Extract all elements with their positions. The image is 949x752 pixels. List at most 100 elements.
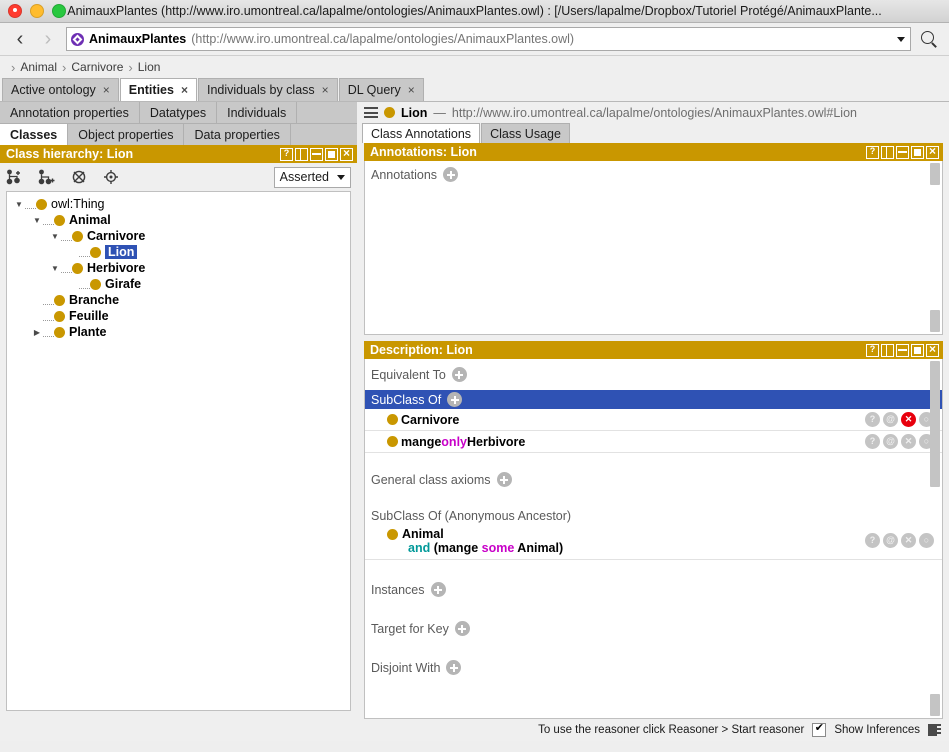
delete-icon[interactable]: ✕	[901, 434, 916, 449]
breadcrumb-item-carnivore[interactable]: Carnivore	[71, 60, 123, 74]
close-icon[interactable]: ×	[322, 83, 329, 97]
close-window-button[interactable]	[8, 4, 22, 18]
tab-individuals-by-class[interactable]: Individuals by class ×	[198, 78, 338, 101]
help-icon[interactable]: ?	[865, 434, 880, 449]
tab-class-usage[interactable]: Class Usage	[481, 123, 570, 143]
annotation-icon[interactable]: @	[883, 412, 898, 427]
breadcrumb-item-animal[interactable]: Animal	[20, 60, 57, 74]
delete-icon[interactable]: ✕	[901, 533, 916, 548]
entity-header: Lion — http://www.iro.umontreal.ca/lapal…	[358, 102, 949, 123]
add-general-class-axiom-button[interactable]	[497, 472, 512, 487]
annotation-icon[interactable]: @	[883, 533, 898, 548]
add-annotation-button[interactable]	[443, 167, 458, 182]
add-equivalent-class-button[interactable]	[452, 367, 467, 382]
show-inferences-checkbox[interactable]	[812, 723, 826, 737]
tree-item-animal[interactable]: ▼ Animal	[7, 212, 350, 228]
tree-item-herbivore[interactable]: ▼ Herbivore	[7, 260, 350, 276]
navigation-bar: ‹ › AnimauxPlantes (http://www.iro.umont…	[0, 23, 949, 56]
add-target-for-key-button[interactable]	[455, 621, 470, 636]
minimize-button[interactable]	[310, 148, 323, 161]
subtab-classes[interactable]: Classes	[0, 124, 68, 145]
subtab-annotation-properties[interactable]: Annotation properties	[0, 102, 140, 123]
maximize-button[interactable]	[325, 148, 338, 161]
scrollbar-thumb[interactable]	[930, 310, 940, 332]
maximize-button[interactable]	[911, 146, 924, 159]
subclass-axiom-row[interactable]: mange only Herbivore ? @ ✕ ○	[365, 431, 942, 453]
help-button[interactable]	[866, 146, 879, 159]
maximize-button[interactable]	[911, 344, 924, 357]
help-icon[interactable]: ?	[865, 412, 880, 427]
close-button[interactable]	[340, 148, 353, 161]
add-superclass-button[interactable]	[447, 392, 462, 407]
help-button[interactable]	[866, 344, 879, 357]
add-disjoint-class-button[interactable]	[446, 660, 461, 675]
window-controls[interactable]	[0, 4, 66, 18]
split-button[interactable]	[881, 146, 894, 159]
add-sibling-class-icon[interactable]	[38, 169, 56, 185]
description-body: Equivalent To SubClass Of Carnivore ? @ …	[364, 359, 943, 719]
add-instance-button[interactable]	[431, 582, 446, 597]
tab-label: Individuals by class	[207, 83, 315, 97]
add-subclass-icon[interactable]	[6, 169, 24, 185]
subtab-object-properties[interactable]: Object properties	[68, 124, 184, 145]
tab-label: Entities	[129, 83, 174, 97]
subtab-data-properties[interactable]: Data properties	[184, 124, 290, 145]
subtab-datatypes[interactable]: Datatypes	[140, 102, 217, 123]
subtab-label: Data properties	[194, 128, 279, 142]
help-button[interactable]	[280, 148, 293, 161]
axiom-label-part: Herbivore	[467, 435, 525, 449]
view-mode-select[interactable]: Asserted	[274, 167, 351, 188]
class-icon	[72, 231, 83, 242]
breadcrumb-item-lion[interactable]: Lion	[138, 60, 161, 74]
twisty-icon[interactable]: ▼	[13, 200, 25, 209]
back-button[interactable]: ‹	[10, 29, 30, 49]
close-icon[interactable]: ×	[103, 83, 110, 97]
tab-dl-query[interactable]: DL Query ×	[339, 78, 424, 101]
subclass-of-field[interactable]: SubClass Of	[365, 390, 942, 409]
lines-icon[interactable]	[928, 724, 941, 736]
close-button[interactable]	[926, 146, 939, 159]
delete-icon[interactable]: ✕	[901, 412, 916, 427]
minimize-window-button[interactable]	[30, 4, 44, 18]
ontology-uri-field[interactable]: AnimauxPlantes (http://www.iro.umontreal…	[66, 27, 911, 51]
tree-item-branche[interactable]: Branche	[7, 292, 350, 308]
close-icon[interactable]: ×	[181, 83, 188, 97]
annotation-icon[interactable]: @	[883, 434, 898, 449]
twisty-icon[interactable]: ▼	[49, 264, 61, 273]
help-icon[interactable]: ?	[865, 533, 880, 548]
tree-item-owl-thing[interactable]: ▼ owl:Thing	[7, 196, 350, 212]
tree-item-plante[interactable]: ▶ Plante	[7, 324, 350, 340]
minimize-button[interactable]	[896, 146, 909, 159]
search-icon[interactable]	[919, 29, 939, 49]
maximize-window-button[interactable]	[52, 4, 66, 18]
scrollbar-thumb[interactable]	[930, 361, 940, 487]
forward-button[interactable]: ›	[38, 29, 58, 49]
tab-class-annotations[interactable]: Class Annotations	[362, 123, 480, 143]
subtab-individuals[interactable]: Individuals	[217, 102, 297, 123]
anonymous-ancestor-row[interactable]: Animal and (mange some Animal) ? @ ✕ ○	[365, 523, 942, 560]
twisty-icon[interactable]: ▶	[31, 328, 43, 337]
menu-icon[interactable]	[364, 107, 378, 118]
class-hierarchy-tree[interactable]: ▼ owl:Thing ▼ Animal ▼ Carnivore	[6, 191, 351, 711]
close-button[interactable]	[926, 344, 939, 357]
delete-class-icon[interactable]	[70, 169, 88, 185]
split-button[interactable]	[295, 148, 308, 161]
chevron-down-icon[interactable]	[897, 37, 905, 42]
tree-item-carnivore[interactable]: ▼ Carnivore	[7, 228, 350, 244]
annotations-scrollbar[interactable]	[930, 163, 940, 332]
description-scrollbar[interactable]	[930, 361, 940, 716]
tree-item-lion[interactable]: Lion	[7, 244, 350, 260]
close-icon[interactable]: ×	[408, 83, 415, 97]
tab-entities[interactable]: Entities ×	[120, 78, 197, 101]
scrollbar-thumb[interactable]	[930, 163, 940, 185]
tab-active-ontology[interactable]: Active ontology ×	[2, 78, 119, 101]
twisty-icon[interactable]: ▼	[49, 232, 61, 241]
minimize-button[interactable]	[896, 344, 909, 357]
scrollbar-thumb[interactable]	[930, 694, 940, 716]
target-class-icon[interactable]	[102, 169, 120, 185]
split-button[interactable]	[881, 344, 894, 357]
twisty-icon[interactable]: ▼	[31, 216, 43, 225]
tree-item-girafe[interactable]: Girafe	[7, 276, 350, 292]
tree-item-feuille[interactable]: Feuille	[7, 308, 350, 324]
subclass-axiom-row[interactable]: Carnivore ? @ ✕ ○	[365, 409, 942, 431]
